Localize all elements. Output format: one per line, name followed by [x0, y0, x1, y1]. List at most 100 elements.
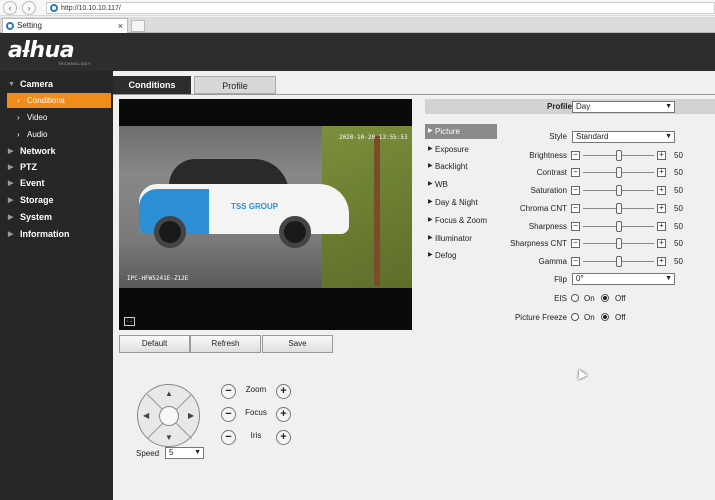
save-button[interactable]: Save — [262, 335, 333, 353]
slider-minus-button[interactable]: − — [571, 239, 580, 248]
tab-divider — [113, 94, 715, 95]
slider-plus-button[interactable]: + — [657, 151, 666, 160]
chevron-down-icon: ▼ — [665, 275, 672, 282]
arrow-right-icon[interactable]: ▶ — [188, 411, 194, 420]
ptz-center-button[interactable] — [159, 406, 179, 426]
iris-minus-button[interactable]: − — [221, 430, 236, 445]
zoom-minus-button[interactable]: − — [221, 384, 236, 399]
sidebar-item-label: System — [20, 212, 53, 222]
browser-tab-title: Setting — [17, 21, 42, 30]
slider-label: Brightness — [529, 151, 567, 160]
arrow-down-icon[interactable]: ▼ — [165, 433, 173, 442]
arrow-left-icon[interactable]: ◀ — [143, 411, 149, 420]
slider-minus-button[interactable]: − — [571, 186, 580, 195]
sidebar-subitem-video[interactable]: › Video — [7, 110, 111, 125]
ptz-direction-pad[interactable]: ▲ ▼ ◀ ▶ — [137, 384, 200, 447]
arrow-up-icon[interactable]: ▲ — [165, 389, 173, 398]
eis-on-radio[interactable] — [571, 294, 579, 302]
sidebar-item-event[interactable]: ▶ Event — [0, 176, 113, 191]
address-bar[interactable]: http://10.10.10.117/ — [46, 2, 715, 14]
tab-profile-management[interactable]: Profile Management — [194, 76, 276, 109]
slider-label: Sharpness CNT — [510, 239, 567, 248]
slider-plus-button[interactable]: + — [657, 222, 666, 231]
sidebar-item-storage[interactable]: ▶ Storage — [0, 193, 113, 208]
chevron-right-icon: › — [17, 113, 20, 122]
sidebar-item-ptz[interactable]: ▶ PTZ — [0, 160, 113, 175]
style-select[interactable]: Standard ▼ — [572, 131, 675, 143]
slider-thumb[interactable] — [615, 221, 622, 232]
style-value: Standard — [576, 132, 609, 141]
freeze-off-radio[interactable] — [601, 313, 609, 321]
speed-select[interactable]: 5 ▼ — [165, 447, 204, 459]
eis-off-radio[interactable] — [601, 294, 609, 302]
category-label: Day & Night — [435, 198, 478, 207]
fullscreen-icon[interactable]: ⛶ — [124, 317, 135, 326]
refresh-button[interactable]: Refresh — [190, 335, 261, 353]
slider-minus-button[interactable]: − — [571, 151, 580, 160]
iris-plus-button[interactable]: + — [276, 430, 291, 445]
default-button[interactable]: Default — [119, 335, 190, 353]
category-label: Defog — [435, 251, 457, 260]
browser-tab-setting[interactable]: Setting × — [2, 18, 128, 33]
slider-plus-button[interactable]: + — [657, 168, 666, 177]
sidebar-subitem-conditions[interactable]: › Conditions — [7, 93, 111, 108]
sidebar-item-system[interactable]: ▶ System — [0, 210, 113, 225]
freeze-off-label: Off — [615, 313, 626, 322]
sidebar-subitem-audio[interactable]: › Audio — [7, 127, 111, 142]
back-icon[interactable]: ‹ — [3, 1, 17, 15]
sidebar-item-label: Conditions — [27, 96, 65, 105]
freeze-on-label: On — [584, 313, 595, 322]
slider-thumb[interactable] — [615, 185, 622, 196]
new-tab-button[interactable] — [131, 20, 145, 32]
eis-off-label: Off — [615, 294, 626, 303]
slider-chroma-cnt[interactable]: − + — [571, 203, 666, 214]
mouse-cursor-icon — [574, 367, 588, 380]
category-label: Backlight — [435, 162, 468, 171]
slider-thumb[interactable] — [615, 203, 622, 214]
slider-plus-button[interactable]: + — [657, 239, 666, 248]
slider-gamma[interactable]: − + — [571, 256, 666, 267]
slider-plus-button[interactable]: + — [657, 257, 666, 266]
caret-right-icon: ▶ — [8, 231, 14, 238]
sidebar-item-camera[interactable]: ▼ Camera — [0, 77, 113, 92]
close-icon[interactable]: × — [118, 19, 123, 33]
slider-plus-button[interactable]: + — [657, 186, 666, 195]
wheel — [279, 216, 311, 248]
slider-value: 50 — [674, 239, 683, 248]
slider-thumb[interactable] — [615, 256, 622, 267]
slider-minus-button[interactable]: − — [571, 168, 580, 177]
tab-conditions[interactable]: Conditions — [113, 76, 191, 94]
profile-select[interactable]: Day ▼ — [572, 101, 675, 113]
caret-right-icon: ▶ — [428, 163, 433, 169]
sidebar-item-label: Information — [20, 229, 70, 239]
ie-icon — [6, 22, 14, 30]
slider-minus-button[interactable]: − — [571, 204, 580, 213]
slider-minus-button[interactable]: − — [571, 257, 580, 266]
slider-saturation[interactable]: − + — [571, 185, 666, 196]
ie-icon — [50, 4, 58, 12]
eis-on-label: On — [584, 294, 595, 303]
focus-plus-button[interactable]: + — [276, 407, 291, 422]
slider-thumb[interactable] — [615, 238, 622, 249]
flip-value: 0° — [576, 274, 584, 283]
forward-icon[interactable]: › — [22, 1, 36, 15]
slider-value: 50 — [674, 151, 683, 160]
slider-sharpness[interactable]: − + — [571, 221, 666, 232]
focus-minus-button[interactable]: − — [221, 407, 236, 422]
slider-plus-button[interactable]: + — [657, 204, 666, 213]
flip-select[interactable]: 0° ▼ — [572, 273, 675, 285]
category-label: Exposure — [435, 145, 469, 154]
slider-brightness[interactable]: − + — [571, 150, 666, 161]
flip-label: Flip — [554, 275, 567, 284]
slider-minus-button[interactable]: − — [571, 222, 580, 231]
freeze-on-radio[interactable] — [571, 313, 579, 321]
video-preview[interactable]: TSS GROUP 2020-10-20 13:55:53 IPC-HFW524… — [119, 99, 412, 330]
sidebar-item-information[interactable]: ▶ Information — [0, 227, 113, 242]
zoom-plus-button[interactable]: + — [276, 384, 291, 399]
sidebar-item-label: Network — [20, 146, 56, 156]
slider-thumb[interactable] — [615, 150, 622, 161]
slider-thumb[interactable] — [615, 167, 622, 178]
sidebar-item-network[interactable]: ▶ Network — [0, 144, 113, 159]
slider-contrast[interactable]: − + — [571, 167, 666, 178]
slider-sharpness-cnt[interactable]: − + — [571, 238, 666, 249]
